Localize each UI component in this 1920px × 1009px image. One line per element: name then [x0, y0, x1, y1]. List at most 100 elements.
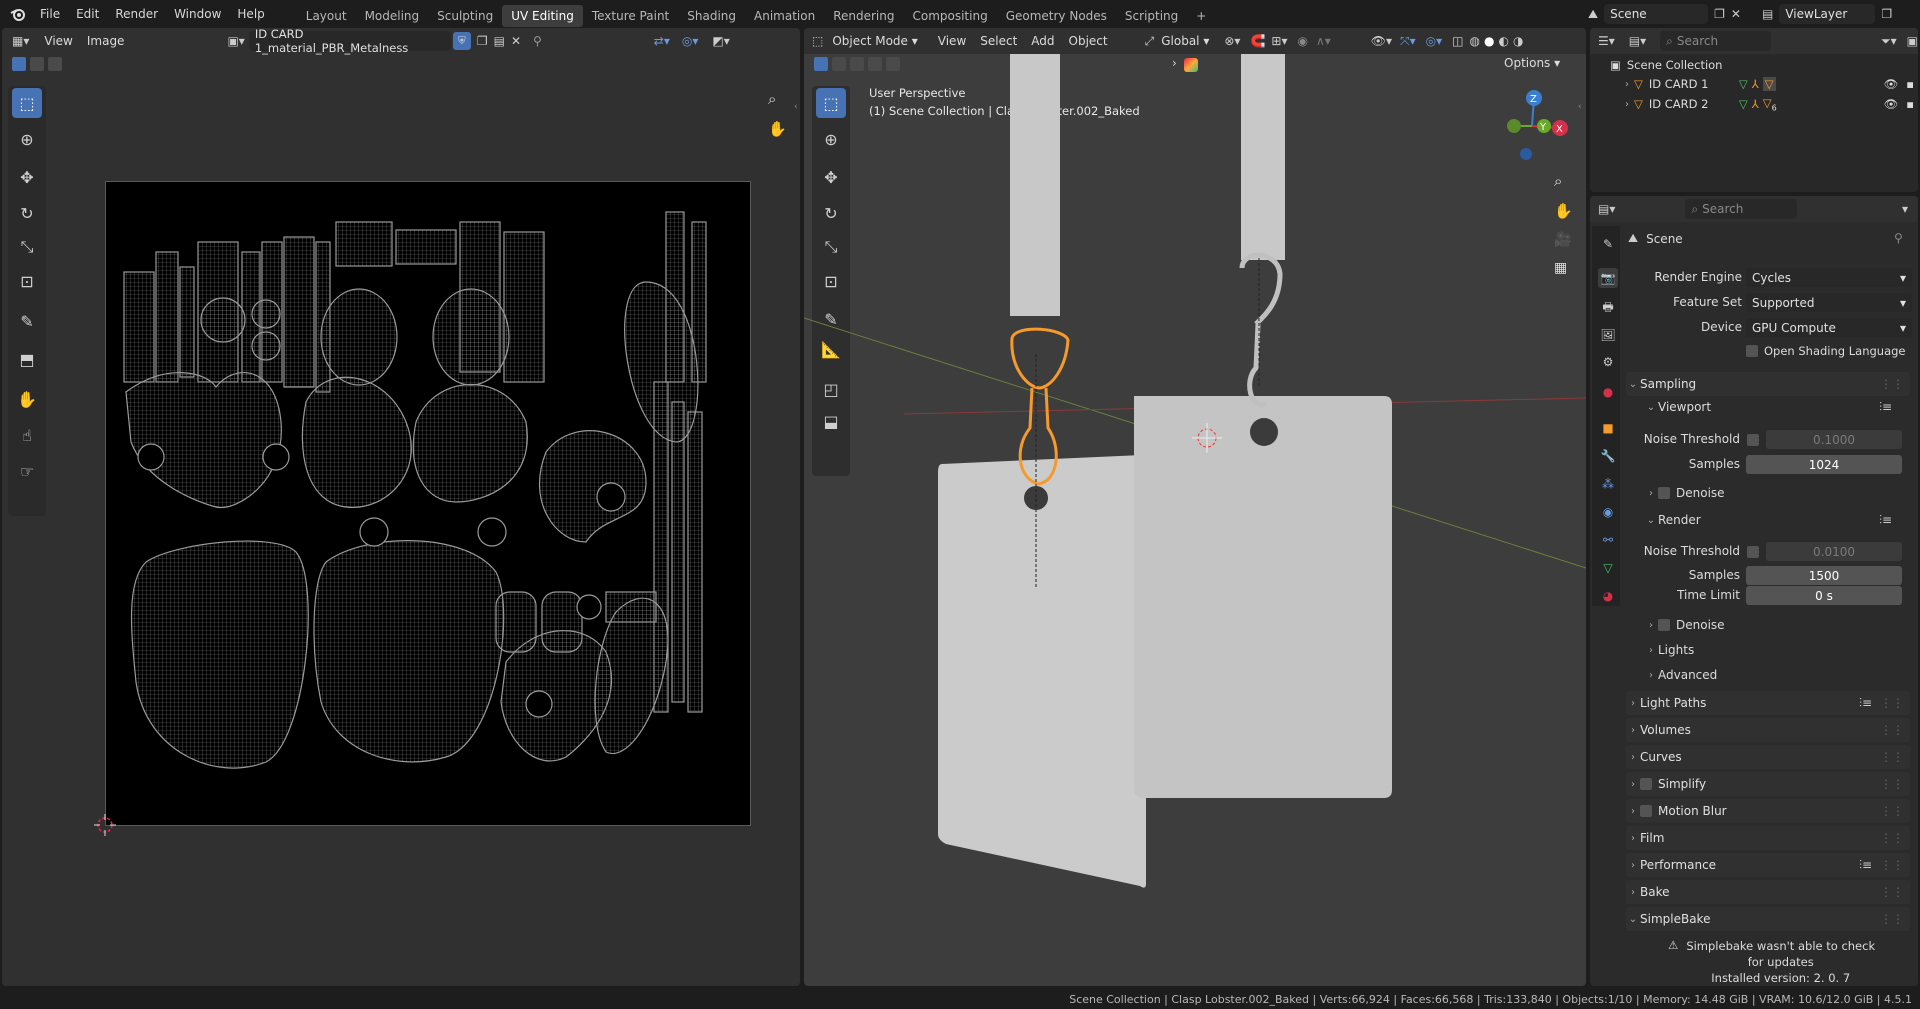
feature-set-dropdown[interactable]: Supported ▾ [1746, 293, 1912, 312]
uv-2d-cursor-icon[interactable] [94, 814, 116, 836]
vp-samples-field[interactable]: 1024 [1746, 455, 1902, 474]
vp-noise-threshold-field[interactable]: 0.1000 [1766, 430, 1902, 449]
display-channels-icon[interactable]: ◩▾ [712, 34, 729, 48]
annotate-tool-icon[interactable]: ✎ [12, 306, 42, 336]
presets-icon[interactable]: ⫶≡ [1859, 858, 1872, 873]
vp-zoom-icon[interactable]: ⌕ [1554, 172, 1562, 190]
render-tab-icon[interactable]: 📷 [1598, 268, 1618, 288]
device-dropdown[interactable]: GPU Compute ▾ [1746, 318, 1912, 337]
r-denoise-checkbox[interactable] [1658, 619, 1670, 631]
expand-chevron-icon[interactable]: › [1620, 99, 1634, 110]
material-tab-icon[interactable]: ◕ [1598, 586, 1618, 606]
render-camera-icon[interactable]: ▪ [1906, 97, 1914, 111]
presets-icon[interactable]: ⫶≡ [1879, 513, 1892, 528]
scene-selector[interactable]: ⛰ Scene ❐ ✕ [1588, 3, 1750, 25]
vp-noise-threshold-checkbox[interactable] [1747, 434, 1759, 446]
osl-checkbox-box[interactable] [1746, 345, 1758, 357]
advanced-subpanel[interactable]: › Advanced [1644, 668, 1717, 682]
tab-uv-editing[interactable]: UV Editing [502, 4, 583, 27]
presets-icon[interactable]: ⫶≡ [1859, 696, 1872, 711]
uv-overlay-icon[interactable]: ◎▾ [682, 34, 699, 48]
r-samples-field[interactable]: 1500 [1746, 566, 1902, 585]
modifier-tab-icon[interactable]: 🔧 [1598, 446, 1618, 466]
properties-options-icon[interactable]: ▾ [1902, 202, 1908, 216]
tab-geometry-nodes[interactable]: Geometry Nodes [997, 5, 1116, 27]
render-engine-dropdown[interactable]: Cycles ▾ [1746, 268, 1912, 287]
sampling-panel-header[interactable]: ⌄ Sampling ⋮⋮ [1626, 372, 1910, 396]
vp-camera-icon[interactable]: 🎥 [1554, 232, 1571, 248]
tab-animation[interactable]: Animation [745, 5, 824, 27]
select-mode-subtract-icon[interactable] [48, 57, 62, 71]
blender-logo-icon[interactable] [4, 0, 32, 28]
rotate-tool-icon[interactable]: ↻ [12, 198, 42, 228]
menu-file[interactable]: File [32, 0, 68, 28]
select-mode-new-icon[interactable] [12, 57, 26, 71]
curves-panel[interactable]: › Curves ⋮⋮ [1626, 745, 1910, 769]
scene-tab-icon[interactable]: ⚙ [1598, 352, 1618, 372]
menu-help[interactable]: Help [229, 0, 272, 28]
r-noise-threshold-field[interactable]: 0.0100 [1766, 542, 1902, 561]
data-tab-icon[interactable]: ▽ [1598, 558, 1618, 578]
vp-sidebar-toggle-icon[interactable]: ‹ [1578, 102, 1582, 112]
add-workspace-button[interactable]: + [1187, 5, 1215, 27]
new-viewlayer-icon[interactable]: ❐ [1881, 7, 1892, 21]
unlink-image-icon[interactable]: ✕ [511, 34, 521, 48]
tab-compositing[interactable]: Compositing [903, 5, 996, 27]
film-panel[interactable]: › Film ⋮⋮ [1626, 826, 1910, 850]
object-tab-icon[interactable]: ■ [1598, 418, 1618, 438]
properties-type-icon[interactable]: ▤▾ [1598, 202, 1615, 216]
outliner-type-icon[interactable]: ☰▾ [1598, 34, 1615, 48]
editor-type-icon[interactable]: ▦▾ [12, 34, 29, 48]
vp-denoise-subpanel[interactable]: › Denoise [1644, 486, 1725, 500]
vp-grid-icon[interactable]: ▦ [1554, 260, 1567, 276]
menu-render[interactable]: Render [107, 0, 166, 28]
menu-window[interactable]: Window [166, 0, 229, 28]
new-scene-icon[interactable]: ❐ [1714, 7, 1725, 21]
light-paths-panel[interactable]: › Light Paths ⫶≡ ⋮⋮ [1626, 691, 1910, 715]
simplify-checkbox[interactable] [1640, 778, 1652, 790]
cursor-tool-icon[interactable]: ⊕ [12, 124, 42, 154]
filter-icon[interactable]: ⏷▾ [1881, 34, 1897, 49]
motion-blur-panel[interactable]: › Motion Blur ⋮⋮ [1626, 799, 1910, 823]
tab-texture-paint[interactable]: Texture Paint [583, 5, 678, 27]
vp-denoise-checkbox[interactable] [1658, 487, 1670, 499]
tab-sculpting[interactable]: Sculpting [428, 5, 502, 27]
image-browse-icon[interactable]: ▣▾ [227, 34, 244, 48]
output-tab-icon[interactable]: 🖶 [1598, 298, 1618, 318]
tool-tab-icon[interactable]: ✎ [1598, 234, 1618, 254]
scale-tool-icon[interactable]: ⤡ [12, 232, 42, 262]
uv-image-canvas[interactable] [105, 181, 751, 826]
particles-tab-icon[interactable]: ⁂ [1598, 474, 1618, 494]
tab-rendering[interactable]: Rendering [824, 5, 903, 27]
constraints-tab-icon[interactable]: ⚯ [1598, 530, 1618, 550]
selection-mode-buttons[interactable] [10, 57, 64, 71]
menu-edit[interactable]: Edit [68, 0, 107, 28]
select-box-tool-icon[interactable]: ⬚ [12, 88, 42, 118]
properties-search[interactable]: ⌕ Search [1685, 199, 1798, 219]
open-image-icon[interactable]: ▤ [494, 34, 505, 48]
duplicate-image-icon[interactable]: ❐ [477, 34, 488, 48]
fake-user-shield-icon[interactable]: ⛨ [452, 32, 471, 50]
sidebar-toggle-icon[interactable]: ‹ [794, 102, 798, 112]
viewlayer-name-field[interactable]: ViewLayer [1779, 4, 1876, 24]
grab-tool-icon[interactable]: ✋ [12, 384, 42, 414]
pan-hand-icon[interactable]: ✋ [768, 120, 787, 138]
zoom-icon[interactable]: ⌕ [768, 90, 776, 108]
visibility-eye-icon[interactable]: 👁 [1884, 77, 1899, 91]
view-layer-tab-icon[interactable]: 🖼 [1598, 325, 1618, 345]
outliner-scene-collection[interactable]: ▣ Scene Collection [1610, 56, 1722, 74]
visibility-eye-icon[interactable]: 👁 [1884, 97, 1899, 111]
presets-icon[interactable]: ⫶≡ [1879, 400, 1892, 415]
simplebake-panel[interactable]: ⌄ SimpleBake ⋮⋮ [1626, 907, 1910, 931]
motion-blur-checkbox[interactable] [1640, 805, 1652, 817]
render-subpanel-header[interactable]: ⌄ Render ⫶≡ [1644, 510, 1910, 530]
scene-name-field[interactable]: Scene [1604, 4, 1709, 24]
outliner-row-id-card-1[interactable]: › ▽ ID CARD 1 ▽ ⅄ ▽ 👁 ▪ [1620, 75, 1914, 93]
r-denoise-subpanel[interactable]: › Denoise [1644, 618, 1725, 632]
world-tab-icon[interactable]: ● [1598, 382, 1618, 402]
volumes-panel[interactable]: › Volumes ⋮⋮ [1626, 718, 1910, 742]
context-pin-icon[interactable]: ⚲ [1894, 231, 1903, 245]
pin-icon[interactable]: ⚲ [533, 34, 542, 48]
physics-tab-icon[interactable]: ◉ [1598, 502, 1618, 522]
move-tool-icon[interactable]: ✥ [12, 162, 42, 192]
